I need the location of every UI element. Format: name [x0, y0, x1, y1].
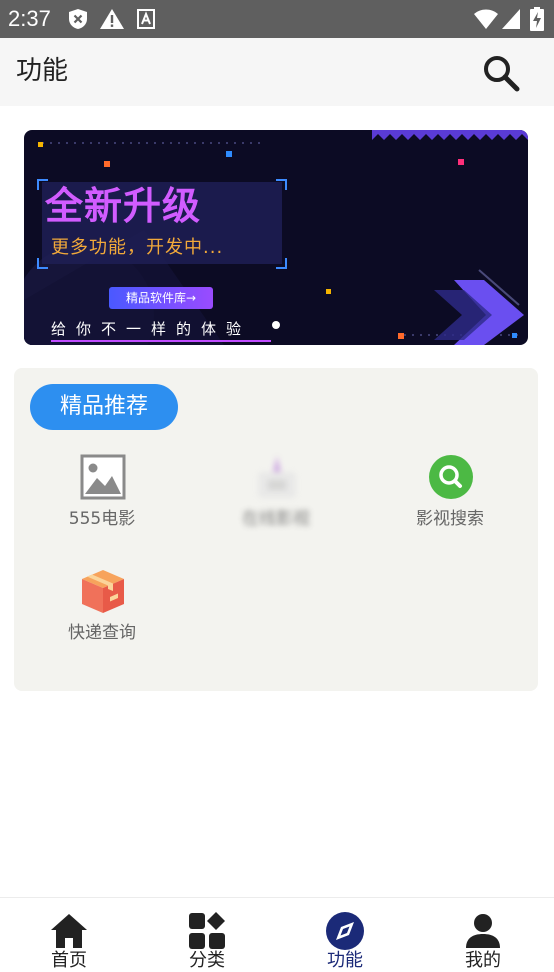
app-bar: 功能	[0, 38, 554, 106]
banner-slogan: 给你不一样的体验	[51, 320, 252, 338]
bottom-navigation: 首页 分类 功能 我的	[0, 897, 554, 971]
video-icon	[258, 456, 296, 498]
nav-item-category[interactable]: 分类	[138, 898, 276, 971]
status-bar: 2:37	[0, 0, 554, 38]
nav-label: 首页	[51, 950, 87, 971]
func-label: 在线影视	[242, 509, 310, 529]
nav-item-home[interactable]: 首页	[0, 898, 138, 971]
featured-badge: 精品推荐	[30, 384, 178, 430]
func-item-555-movie[interactable]: 555电影	[17, 454, 187, 544]
shield-x-icon	[69, 9, 87, 29]
featured-section: 精品推荐 555电影 在线影视 影视搜索 快递查询	[14, 368, 538, 691]
func-label: 快递查询	[68, 623, 136, 643]
status-time: 2:37	[8, 6, 51, 31]
func-label: 555电影	[68, 509, 136, 529]
promo-banner[interactable]: 全新升级 更多功能，开发中... 精品软件库→ 给你不一样的体验	[24, 130, 528, 345]
wifi-icon	[474, 9, 498, 29]
package-icon	[82, 570, 124, 613]
nav-label: 功能	[327, 950, 363, 971]
func-item-online-video[interactable]: 在线影视	[191, 454, 361, 544]
nav-label: 我的	[465, 950, 501, 971]
software-library-button[interactable]: 精品软件库→	[109, 287, 213, 309]
func-item-express-query[interactable]: 快递查询	[17, 568, 187, 658]
nav-label: 分类	[189, 950, 225, 971]
search-circle-icon	[429, 455, 473, 499]
func-label: 影视搜索	[416, 509, 484, 529]
warning-icon	[100, 9, 124, 29]
battery-charging-icon	[530, 7, 544, 31]
search-icon	[484, 56, 520, 92]
a-box-icon	[137, 9, 155, 29]
nav-item-functions[interactable]: 功能	[276, 898, 414, 971]
compass-icon	[326, 912, 364, 950]
image-placeholder-icon	[80, 454, 126, 500]
signal-icon	[502, 9, 520, 29]
search-button[interactable]	[480, 52, 522, 94]
banner-subheadline: 更多功能，开发中...	[51, 237, 224, 258]
carousel-indicator-dot[interactable]	[272, 321, 280, 329]
banner-headline: 全新升级	[45, 184, 202, 228]
grid-icon	[189, 912, 225, 949]
home-icon	[51, 914, 87, 948]
func-item-video-search[interactable]: 影视搜索	[365, 454, 535, 544]
user-icon	[466, 914, 500, 948]
page-title: 功能	[16, 56, 69, 86]
nav-item-mine[interactable]: 我的	[414, 898, 552, 971]
